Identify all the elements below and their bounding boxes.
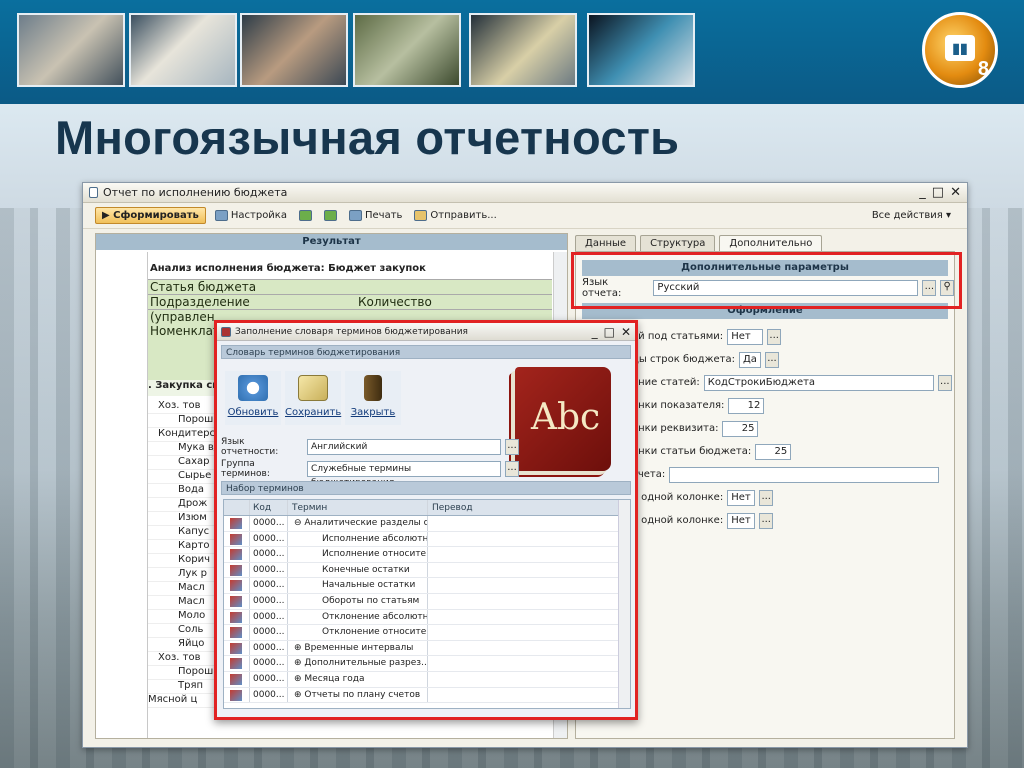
- report-header-row: Подразделение Количество: [148, 295, 552, 310]
- design-setting-field[interactable]: 25: [722, 420, 759, 437]
- division-header: Подразделение: [150, 295, 250, 309]
- print-label: Печать: [364, 210, 403, 221]
- design-setting-field[interactable]: Нет: [727, 512, 756, 529]
- photo-thumbnail: [240, 13, 348, 87]
- document-icon: [89, 187, 98, 198]
- collapse-icon: [323, 210, 337, 221]
- design-setting-label: ей под статьями:: [632, 331, 724, 342]
- tab-additional[interactable]: Дополнительно: [719, 235, 823, 251]
- design-setting-label: онки статьи бюджета:: [632, 446, 752, 457]
- all-actions-menu[interactable]: Все действия ▾: [872, 210, 967, 221]
- photo-thumbnail: [587, 13, 695, 87]
- design-setting-select-button[interactable]: ...: [759, 489, 774, 506]
- window-title: Отчет по исполнению бюджета: [103, 186, 288, 199]
- print-button[interactable]: Печать: [346, 208, 405, 223]
- slide-title: Многоязычная отчетность: [55, 111, 680, 164]
- photo-thumbnail: [129, 13, 237, 87]
- send-button[interactable]: Отправить...: [411, 208, 499, 223]
- settings-button[interactable]: Настройка: [212, 208, 290, 223]
- send-label: Отправить...: [430, 210, 497, 221]
- header-band: ▮▮ 8: [0, 0, 1024, 104]
- tab-structure[interactable]: Структура: [640, 235, 716, 251]
- tab-data[interactable]: Данные: [575, 235, 637, 251]
- design-setting-label: в одной колонке:: [632, 492, 724, 503]
- design-setting-field[interactable]: КодСтрокиБюджета: [703, 374, 934, 391]
- window-titlebar: Отчет по исполнению бюджета _ □ ✕: [83, 183, 967, 203]
- printer-icon: [348, 210, 362, 221]
- design-setting-label: ды строк бюджета:: [632, 354, 735, 365]
- design-setting-field[interactable]: [669, 466, 940, 483]
- tree-gutter: [96, 252, 148, 738]
- design-setting-label: онки показателя:: [632, 400, 725, 411]
- design-setting-select-button[interactable]: ...: [759, 512, 774, 529]
- design-setting-select-button[interactable]: ...: [937, 374, 952, 391]
- expand-icon: [298, 210, 312, 221]
- logo: ▮▮ 8: [922, 12, 998, 88]
- logo-version: 8: [977, 58, 989, 80]
- collapse-button[interactable]: [321, 208, 340, 223]
- photo-thumbnail: [469, 13, 577, 87]
- generate-label: Сформировать: [113, 210, 199, 221]
- photo-thumbnail: [353, 13, 461, 87]
- generate-button[interactable]: ▶ Сформировать: [95, 207, 206, 224]
- design-setting-field[interactable]: Да: [738, 351, 761, 368]
- design-setting-field[interactable]: 12: [728, 397, 765, 414]
- highlight-dialog-frame: [212, 318, 640, 722]
- expand-button[interactable]: [296, 208, 315, 223]
- settings-label: Настройка: [230, 210, 287, 221]
- design-setting-field[interactable]: Нет: [727, 328, 764, 345]
- design-setting-field[interactable]: 25: [755, 443, 792, 460]
- settings-icon: [214, 210, 228, 221]
- quantity-header: Количество: [358, 295, 432, 309]
- design-setting-select-button[interactable]: ...: [764, 351, 779, 368]
- mail-icon: [414, 210, 428, 221]
- photo-thumbnail: [17, 13, 125, 87]
- toolbar: ▶ Сформировать Настройка Печать Отправит…: [83, 203, 967, 229]
- design-setting-label: онки реквизита:: [632, 423, 719, 434]
- maximize-button[interactable]: □: [932, 185, 944, 200]
- close-button[interactable]: ✕: [950, 185, 961, 200]
- design-setting-label: в одной колонке:: [632, 515, 724, 526]
- design-setting-field[interactable]: Нет: [727, 489, 756, 506]
- highlight-language-frame: [571, 252, 962, 309]
- design-setting-select-button[interactable]: ...: [767, 328, 782, 345]
- design-setting-label: ание статей:: [632, 377, 700, 388]
- tab-strip: Данные Структура Дополнительно: [575, 235, 823, 251]
- report-title: Анализ исполнения бюджета: Бюджет закупо…: [148, 258, 552, 280]
- result-header: Результат: [96, 234, 567, 250]
- budget-item-header: Статья бюджета: [148, 280, 552, 295]
- chart-icon: ▮▮: [945, 35, 975, 61]
- minimize-button[interactable]: _: [919, 185, 926, 200]
